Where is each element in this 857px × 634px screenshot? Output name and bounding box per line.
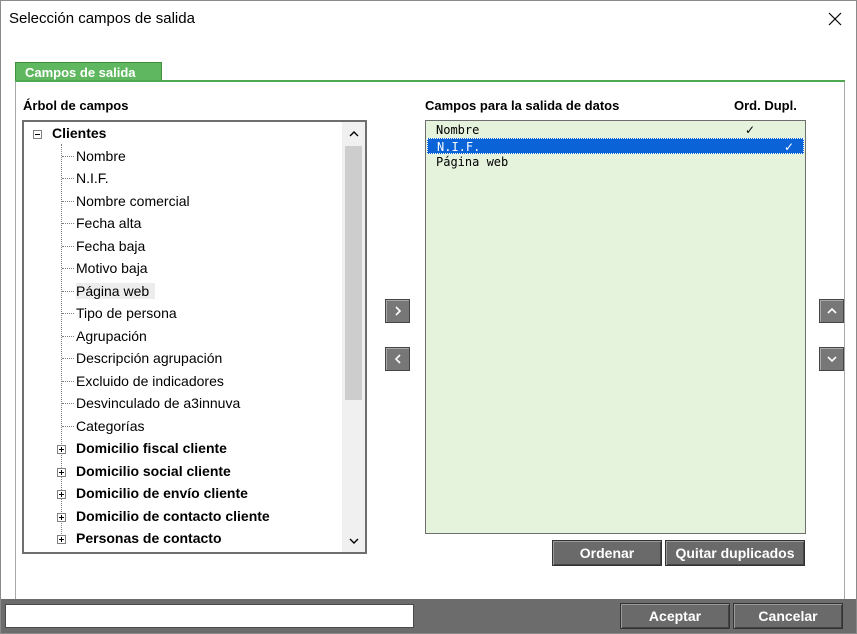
accept-button[interactable]: Aceptar bbox=[620, 603, 730, 629]
tree-connector bbox=[62, 425, 74, 427]
close-button[interactable] bbox=[813, 1, 856, 37]
panel-border-left bbox=[15, 82, 16, 599]
tree-item[interactable]: Agrupación bbox=[76, 325, 147, 347]
window-title: Selección campos de salida bbox=[9, 10, 195, 27]
expand-icon[interactable] bbox=[57, 535, 66, 544]
scroll-up-button[interactable] bbox=[342, 122, 365, 144]
remove-field-button[interactable] bbox=[385, 347, 410, 371]
chevron-up-icon bbox=[826, 307, 837, 314]
tree-item[interactable]: N.I.F. bbox=[76, 167, 109, 189]
tree-guide-line bbox=[61, 144, 62, 544]
tab-underline bbox=[15, 80, 845, 82]
scroll-down-button[interactable] bbox=[342, 530, 365, 552]
tree-connector bbox=[62, 155, 74, 157]
tree-connector bbox=[62, 200, 74, 202]
footer-text-input[interactable] bbox=[5, 604, 414, 628]
tree-connector bbox=[62, 245, 74, 247]
list-item-label: N.I.F. bbox=[437, 140, 481, 154]
add-field-button[interactable] bbox=[385, 299, 410, 323]
tree-item[interactable]: Nombre bbox=[76, 145, 126, 167]
list-item[interactable]: Nombre ✓ bbox=[427, 122, 804, 138]
tree-item-label: Desvinculado de a3innuva bbox=[76, 395, 241, 411]
tree-group[interactable]: Personas de contacto bbox=[76, 527, 222, 549]
tree-item-label: N.I.F. bbox=[76, 170, 109, 186]
tree-connector bbox=[62, 380, 74, 382]
move-down-button[interactable] bbox=[819, 347, 844, 371]
tree-item[interactable]: Desvinculado de a3innuva bbox=[76, 392, 240, 414]
tree-item[interactable]: Motivo baja bbox=[76, 257, 148, 279]
chevron-left-icon bbox=[394, 354, 401, 364]
chevron-up-icon bbox=[349, 130, 358, 136]
tree-item-label: Nombre bbox=[76, 147, 126, 164]
tree-root-clientes[interactable]: Clientes bbox=[52, 122, 106, 144]
list-item-label: Nombre bbox=[436, 123, 480, 137]
tree-item-label: Motivo baja bbox=[76, 260, 148, 276]
tree-group[interactable]: Domicilio de contacto cliente bbox=[76, 505, 270, 527]
tree-item[interactable]: Descripción agrupación bbox=[76, 347, 222, 369]
tree-item-label: Página web bbox=[76, 282, 156, 299]
tree-scrollbar[interactable] bbox=[342, 122, 365, 552]
tree-item-label: Descripción agrupación bbox=[76, 350, 223, 366]
output-field-list[interactable]: Nombre ✓ N.I.F. ✓ Página web bbox=[425, 120, 806, 534]
tree-item-label: Excluido de indicadores bbox=[76, 372, 224, 389]
remove-duplicates-button[interactable]: Quitar duplicados bbox=[665, 540, 805, 566]
collapse-icon[interactable] bbox=[33, 130, 42, 139]
tree-item[interactable]: Excluido de indicadores bbox=[76, 370, 224, 392]
tree-item[interactable]: Nombre comercial bbox=[76, 190, 190, 212]
list-item-label: Página web bbox=[436, 155, 509, 169]
panel-border-right bbox=[844, 82, 845, 599]
sort-button[interactable]: Ordenar bbox=[552, 540, 662, 566]
tree-connector bbox=[62, 403, 74, 404]
tree-item-label: Nombre comercial bbox=[76, 192, 190, 209]
tree-connector bbox=[62, 358, 74, 359]
cancel-button[interactable]: Cancelar bbox=[733, 603, 843, 629]
tree-item[interactable]: Fecha baja bbox=[76, 235, 145, 257]
footer-bar: Aceptar Cancelar bbox=[1, 599, 856, 633]
tree-connector bbox=[62, 313, 74, 314]
chevron-right-icon bbox=[394, 306, 401, 316]
tree-connector bbox=[62, 178, 74, 179]
tree-item-label: Categorías bbox=[76, 417, 145, 434]
move-up-button[interactable] bbox=[819, 299, 844, 323]
tree-item[interactable]: Tipo de persona bbox=[76, 302, 177, 324]
dialog-content: Campos de salida Árbol de campos Campos … bbox=[4, 37, 853, 599]
dialog-window: Selección campos de salida Campos de sal… bbox=[0, 0, 857, 634]
expand-icon[interactable] bbox=[57, 445, 66, 454]
output-heading: Campos para la salida de datos bbox=[425, 98, 620, 113]
tree-connector bbox=[62, 290, 74, 292]
tree-heading: Árbol de campos bbox=[23, 98, 129, 113]
list-item[interactable]: N.I.F. ✓ bbox=[427, 138, 804, 154]
expand-icon[interactable] bbox=[57, 490, 66, 499]
dupl-check-icon: ✓ bbox=[784, 140, 795, 154]
title-bar: Selección campos de salida bbox=[1, 1, 856, 37]
tree-connector bbox=[62, 223, 74, 224]
tree-item[interactable]: Categorías bbox=[76, 415, 144, 437]
list-item[interactable]: Página web bbox=[427, 154, 804, 170]
chevron-down-icon bbox=[349, 538, 358, 544]
chevron-down-icon bbox=[826, 356, 837, 363]
tree-item-label: Fecha baja bbox=[76, 237, 146, 254]
tree-connector bbox=[62, 268, 74, 269]
column-headers: Ord. Dupl. bbox=[734, 98, 797, 113]
expand-icon[interactable] bbox=[57, 467, 66, 477]
tree-group[interactable]: Domicilio fiscal cliente bbox=[76, 437, 227, 459]
field-tree[interactable]: Clientes Nombre N.I.F. Nombre comercial Fec… bbox=[22, 120, 367, 554]
tree-group[interactable]: Domicilio social cliente bbox=[76, 460, 231, 482]
tree-item-label: Tipo de persona bbox=[76, 305, 177, 321]
scroll-thumb[interactable] bbox=[345, 146, 362, 400]
ord-check-icon: ✓ bbox=[745, 123, 756, 137]
tree-connector bbox=[62, 335, 74, 337]
tree-group[interactable]: Domicilio de envío cliente bbox=[76, 482, 248, 504]
tab-campos-de-salida[interactable]: Campos de salida bbox=[15, 62, 162, 81]
close-icon bbox=[828, 12, 841, 26]
tree-item-label: Fecha alta bbox=[76, 215, 142, 231]
tree-item-label: Agrupación bbox=[76, 327, 147, 344]
expand-icon[interactable] bbox=[57, 512, 66, 522]
tree-item[interactable]: Página web bbox=[76, 280, 156, 302]
tree-item[interactable]: Fecha alta bbox=[76, 212, 141, 234]
